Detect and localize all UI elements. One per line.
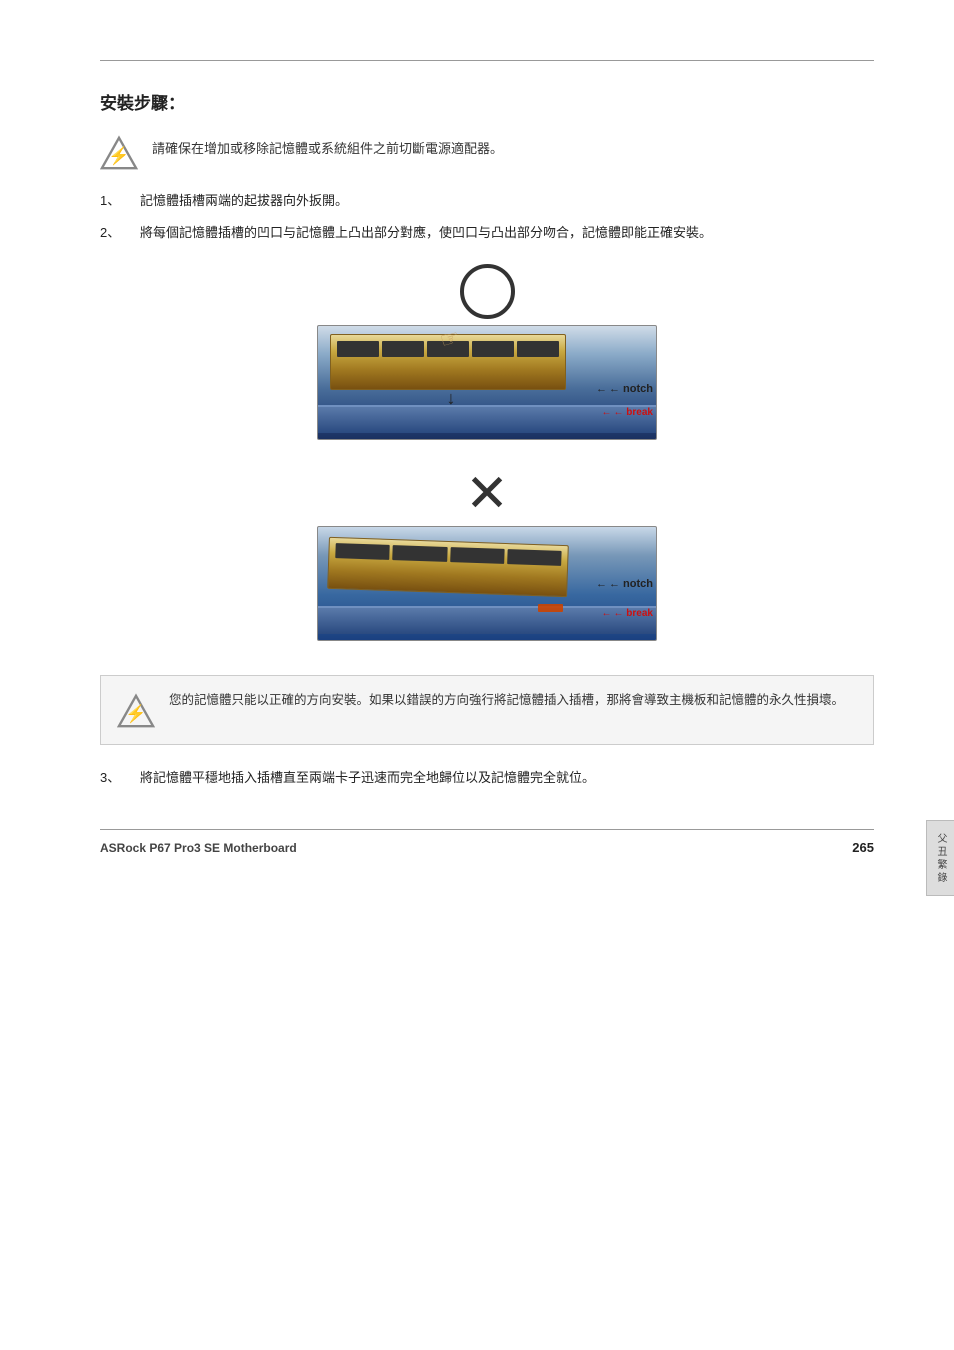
warning-icon-1: ⚡ (100, 134, 138, 172)
step-3-text: 將記憶體平穩地插入插槽直至兩端卡子迅速而完全地歸位以及記憶體完全就位。 (140, 767, 874, 789)
side-tab-text-3: 繁 (933, 859, 948, 870)
side-tab-text-4: 錄 (933, 872, 948, 883)
break-label-1: ← ← break (602, 407, 653, 418)
break-label-2: ← ← break (602, 608, 653, 619)
break-text-1: ← break (614, 407, 653, 418)
step-2: 2、 將每個記憶體插槽的凹口与記憶體上凸出部分對應，使凹口与凸出部分吻合，記憶體… (100, 222, 874, 244)
step-1-text: 記憶體插槽兩端的起拔器向外扳開。 (140, 190, 874, 212)
diagram-section: ↓ ☞ ← ← notch ← ← break ✕ (100, 264, 874, 653)
notch-label-1: ← ← notch (596, 383, 653, 395)
top-divider (100, 60, 874, 61)
step-3: 3、 將記憶體平穩地插入插槽直至兩端卡子迅速而完全地歸位以及記憶體完全就位。 (100, 767, 874, 789)
warning-box-1: ⚡ 請確保在增加或移除記憶體或系統組件之前切斷電源適配器。 (100, 132, 874, 172)
notch-text-2: ← notch (609, 578, 653, 590)
break-arrow-2: ← (602, 608, 612, 619)
correct-diagram-row: ↓ ☞ ← ← notch ← ← break (317, 264, 657, 440)
section-title: 安裝步驟： (100, 89, 874, 114)
notch-label-2: ← ← notch (596, 578, 653, 590)
x-wrong-symbol: ✕ (465, 468, 509, 520)
wrong-diagram-row: ✕ (317, 468, 657, 641)
side-tab: 父 丑 繁 錄 (926, 820, 954, 896)
footer-page-number: 265 (852, 840, 874, 855)
step-3-num: 3、 (100, 767, 130, 789)
warning-icon-2: ⚡ (117, 692, 155, 730)
notch-text-1: ← notch (609, 383, 653, 395)
correct-photo: ↓ ☞ ← ← notch ← ← break (317, 325, 657, 440)
step-2-text: 將每個記憶體插槽的凹口与記憶體上凸出部分對應，使凹口与凸出部分吻合，記憶體即能正… (140, 222, 874, 244)
warning-text-1: 請確保在增加或移除記憶體或系統組件之前切斷電源適配器。 (152, 132, 503, 160)
step-1-num: 1、 (100, 190, 130, 212)
warning-text-2: 您的記憶體只能以正確的方向安裝。如果以錯誤的方向強行將記憶體插入插槽，那將會導致… (169, 690, 844, 711)
footer-product: ASRock P67 Pro3 SE Motherboard (100, 841, 297, 855)
steps-container: 1、 記憶體插槽兩端的起拔器向外扳開。 2、 將每個記憶體插槽的凹口与記憶體上凸… (100, 190, 874, 244)
side-tab-text-2: 丑 (933, 846, 948, 857)
notch-arrow-2: ← (596, 578, 607, 590)
break-arrow-1: ← (602, 407, 612, 418)
wrong-photo: ← ← notch ← ← break (317, 526, 657, 641)
page: 安裝步驟： ⚡ 請確保在增加或移除記憶體或系統組件之前切斷電源適配器。 1、 記… (0, 0, 954, 1350)
notch-arrow-1: ← (596, 383, 607, 395)
break-text-2: ← break (614, 608, 653, 619)
step-2-num: 2、 (100, 222, 130, 244)
svg-text:⚡: ⚡ (125, 704, 146, 725)
footer: ASRock P67 Pro3 SE Motherboard 265 (100, 829, 874, 855)
step-1: 1、 記憶體插槽兩端的起拔器向外扳開。 (100, 190, 874, 212)
svg-text:⚡: ⚡ (108, 146, 129, 167)
circle-correct-symbol (460, 264, 515, 319)
side-tab-text: 父 (933, 833, 948, 844)
warning-box-2: ⚡ 您的記憶體只能以正確的方向安裝。如果以錯誤的方向強行將記憶體插入插槽，那將會… (100, 675, 874, 745)
